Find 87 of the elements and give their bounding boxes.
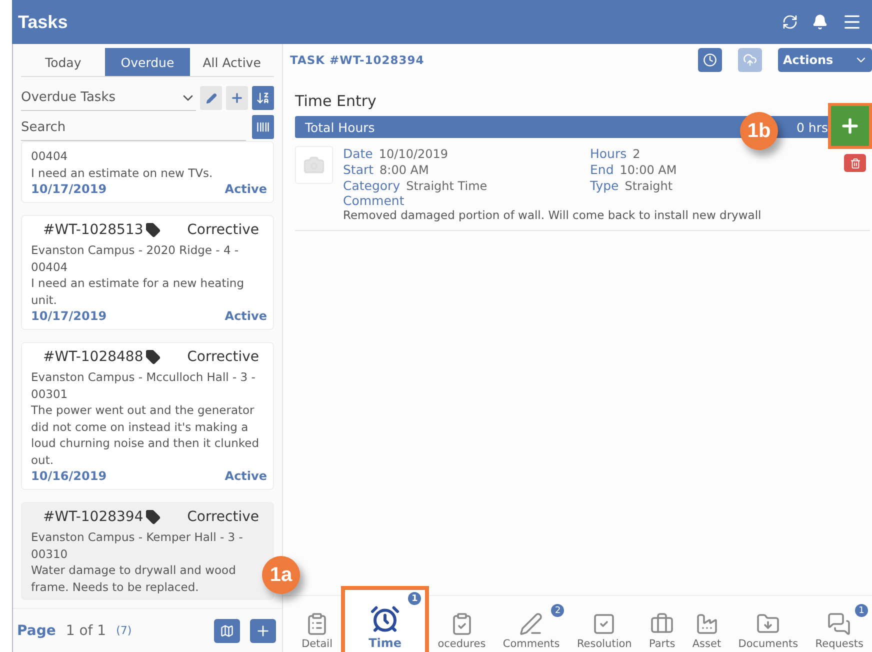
- tag-icon: [145, 348, 162, 365]
- task-title: TASK #WT-1028394: [290, 53, 426, 67]
- nav-tab[interactable]: 2 Comments: [494, 602, 568, 652]
- nav-tab[interactable]: Detail: [293, 602, 342, 652]
- bell-icon[interactable]: [812, 14, 828, 30]
- actions-button[interactable]: Actions: [778, 48, 872, 72]
- entry-field: Type Straight: [590, 178, 673, 193]
- comment-text: Removed damaged portion of wall. Will come back to install new drywall: [343, 208, 762, 222]
- task-date: 10/17/2019: [31, 308, 107, 324]
- task-location: Evanston Campus - Mcculloch Hall - 3 - 00301: [31, 369, 256, 402]
- barcode-button[interactable]: [252, 115, 274, 139]
- task-description: Water damage to drywall and wood frame. Needs to be replaced.: [31, 562, 237, 595]
- nav-tab[interactable]: Documents: [730, 602, 807, 652]
- task-description: I need an estimate for a new heating unit.: [31, 275, 245, 308]
- task-status: Active: [224, 468, 267, 484]
- delete-button[interactable]: [844, 154, 866, 172]
- tag-icon: [145, 508, 162, 525]
- entry-field: Category Straight Time: [343, 178, 488, 193]
- chat-icon: [827, 612, 852, 636]
- task-description: The power went out and the generator did not come on instead it's making a loud churning noise and then it clunked out.: [31, 402, 260, 468]
- entry-field: End 10:00 AM: [590, 162, 677, 177]
- nav-tab[interactable]: Parts: [640, 602, 684, 652]
- task-id: #WT-1028488: [43, 348, 144, 365]
- task-location: Evanston Campus - 2020 Ridge - 4 - 00404: [31, 242, 240, 275]
- plus-icon: [255, 622, 271, 638]
- pen-icon: [519, 612, 544, 636]
- pager-pages: 1 of 1: [66, 622, 106, 638]
- sort-button[interactable]: [252, 86, 274, 110]
- camera-icon: [303, 154, 325, 176]
- nav-tab[interactable]: Asset: [684, 602, 730, 652]
- task-id: #WT-1028513: [43, 222, 144, 238]
- task-card[interactable]: #WT-1028513 Corrective Evanston Campus - 2020 Ridge - 4 - 00404 I need an estimate for a new heating unit. 10/17/2019 Active: [21, 214, 274, 330]
- plus-icon: [230, 91, 244, 105]
- nav-tab[interactable]: 1 Time: [341, 586, 430, 652]
- nav-tab[interactable]: 1 Requests: [806, 602, 872, 652]
- entry-field: Date 10/10/2019: [343, 146, 448, 161]
- map-icon: [220, 624, 234, 638]
- filter-tab[interactable]: Today: [21, 48, 106, 76]
- total-hours-label: Total Hours: [305, 120, 375, 134]
- plus-icon: [839, 115, 861, 137]
- task-type: Corrective: [187, 222, 259, 238]
- map-button[interactable]: [214, 618, 240, 642]
- checkbox-icon: [592, 612, 616, 636]
- filter-tab[interactable]: Overdue: [105, 48, 190, 76]
- task-date: 10/16/2019: [31, 468, 107, 484]
- clock-button[interactable]: [698, 48, 722, 72]
- task-status: Active: [224, 308, 267, 324]
- section-title: Time Entry: [295, 92, 378, 110]
- briefcase-icon: [650, 612, 674, 636]
- task-type: Corrective: [187, 348, 259, 365]
- tag-icon: [145, 222, 162, 238]
- count-badge: 2: [551, 604, 564, 617]
- folder-icon: [756, 612, 780, 636]
- pencil-icon: [206, 92, 216, 104]
- alarm-clock-icon: [370, 604, 400, 634]
- count-badge: 1: [408, 592, 422, 605]
- cloud-upload-icon: [743, 53, 757, 67]
- new-task-button[interactable]: [250, 618, 276, 642]
- count-badge: 1: [855, 604, 868, 617]
- barcode-icon: [256, 120, 270, 134]
- entry-field: Start 8:00 AM: [343, 162, 429, 177]
- add-button[interactable]: [226, 86, 248, 110]
- nav-tab[interactable]: ocedures: [429, 602, 494, 652]
- task-card[interactable]: [21, 342, 274, 490]
- nav-tab[interactable]: Resolution: [568, 602, 640, 652]
- task-description: I need an estimate on new TVs.: [31, 164, 214, 181]
- task-card[interactable]: 00404 I need an estimate on new TVs. 10/17/2019 Active: [21, 141, 274, 202]
- pager-label: Page: [17, 622, 56, 638]
- comment-label: Comment: [343, 193, 404, 208]
- total-hours-value: 0 hrs: [795, 120, 828, 134]
- filter-dropdown[interactable]: Overdue Tasks: [21, 85, 196, 111]
- task-location: Evanston Campus - Kemper Hall - 3 - 00310: [31, 529, 244, 562]
- pager-count: (7): [116, 624, 133, 637]
- entry-field: Hours 2: [590, 146, 640, 161]
- app-title: Tasks: [18, 12, 69, 32]
- machine-icon: [694, 612, 719, 636]
- clock-icon: [703, 53, 717, 67]
- task-type: Corrective: [187, 508, 259, 525]
- sort-icon: [256, 91, 270, 105]
- task-date: 10/17/2019: [31, 181, 107, 198]
- task-location: 00404: [31, 148, 69, 164]
- sync-icon[interactable]: [782, 14, 798, 30]
- edit-button[interactable]: [200, 86, 222, 110]
- trash-icon: [850, 158, 860, 168]
- task-id: #WT-1028394: [43, 508, 144, 525]
- task-status: Active: [224, 181, 267, 198]
- filter-tab[interactable]: All Active: [190, 48, 274, 76]
